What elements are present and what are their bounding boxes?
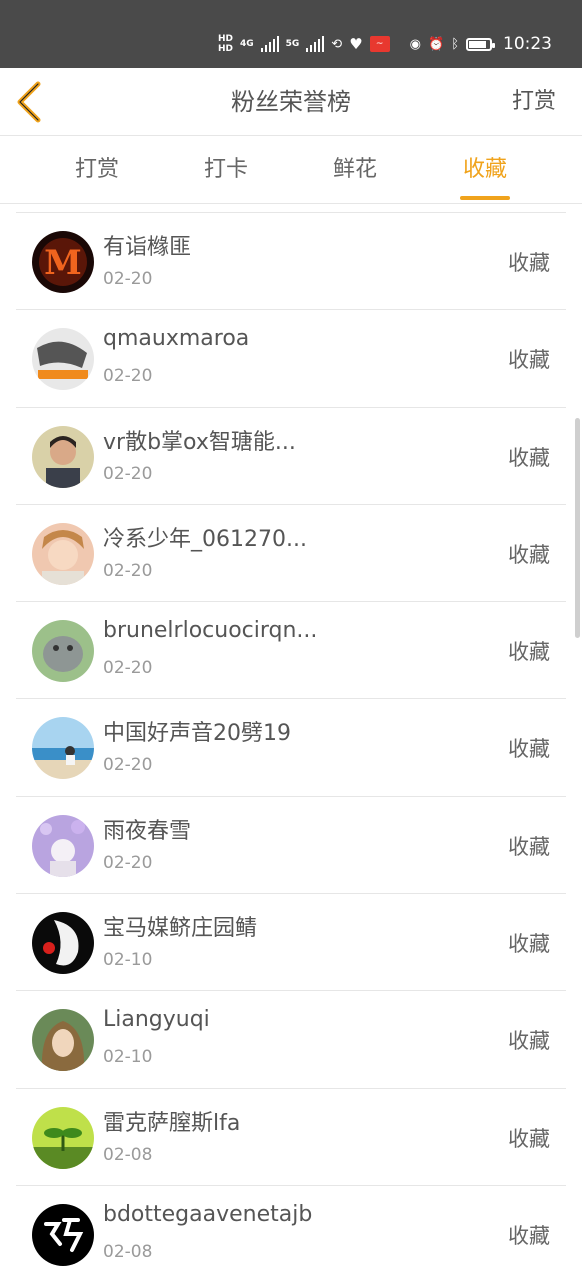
tab-reward[interactable]: 打赏 [47,136,147,204]
tab-favorites-label: 收藏 [462,157,507,182]
list-item[interactable]: M 有诣橼匪 02-20 收藏 [16,213,566,311]
item-date: 02-20 [103,852,153,873]
item-date: 02-20 [103,755,153,776]
item-date: 02-20 [103,658,153,679]
user-name: Liangyuqi [103,1007,210,1033]
item-action: 收藏 [508,737,550,762]
list-item[interactable]: 雷克萨膣斯lfa 02-08 收藏 [16,1089,566,1186]
scrollbar[interactable] [575,418,580,638]
avatar[interactable] [32,1203,94,1266]
list-item[interactable]: qmauxmaroa 02-20 收藏 [16,310,566,408]
clock-time: 10:23 [503,34,552,54]
list-item[interactable]: 宝马媒鲚庄园鲭 02-10 收藏 [16,894,566,992]
user-name: 雷克萨膣斯lfa [103,1110,241,1136]
user-name: vr散b掌ox智瑭能... [103,429,296,455]
item-action: 收藏 [508,1223,550,1248]
network-type-2: 5G [285,39,300,49]
avatar[interactable] [32,912,94,975]
item-action: 收藏 [508,834,550,859]
tab-flowers[interactable]: 鲜花 [305,136,405,204]
item-action: 收藏 [508,932,550,957]
fan-list[interactable]: M 有诣橼匪 02-20 收藏 qmauxmaroa 02-20 收藏 vr散b… [16,212,566,1281]
app-notification-icon: ~ [369,36,390,52]
avatar[interactable] [32,425,94,488]
item-date: 02-20 [103,463,153,484]
item-date: 02-08 [103,1144,153,1165]
avatar[interactable] [32,1106,94,1169]
item-action: 收藏 [508,348,550,373]
avatar[interactable] [32,522,94,585]
item-action: 收藏 [508,251,550,275]
hd-badge-2: HD [217,44,233,54]
hd-badge-1: HD [217,34,233,44]
signal-icon-2 [306,36,325,52]
list-item[interactable]: brunelrlocuocirqn... 02-20 收藏 [16,602,566,700]
link-icon: ⟲ [331,36,343,52]
avatar[interactable] [32,717,94,780]
nav-bar: 粉丝荣誉榜 打赏 [0,68,582,136]
reward-button[interactable]: 打赏 [512,68,556,136]
user-name: qmauxmaroa [103,326,250,352]
tab-favorites[interactable]: 收藏 [435,136,535,204]
list-item[interactable]: 冷系少年_061270... 02-20 收藏 [16,505,566,603]
active-tab-indicator [460,196,510,200]
list-item[interactable]: bdottegaavenetajb 02-08 收藏 [16,1186,566,1281]
item-action: 收藏 [508,1126,550,1151]
status-bar: HD HD 4G 5G ⟲ ♥ ~ ◉ ⏰ ᛒ 10:23 [0,0,582,68]
item-action: 收藏 [508,1029,550,1054]
avatar[interactable]: M [32,231,94,293]
item-date: 02-20 [103,560,153,581]
back-button[interactable] [12,80,52,124]
item-action: 收藏 [508,542,550,567]
item-date: 02-20 [103,366,153,387]
item-date: 02-20 [103,269,153,289]
item-action: 收藏 [508,445,550,470]
user-name: 中国好声音20劈19 [103,721,291,747]
item-date: 02-08 [103,1241,153,1262]
user-name: 有诣橼匪 [103,235,192,260]
page-title: 粉丝荣誉榜 [231,88,351,116]
signal-icon [260,36,279,52]
user-name: 宝马媒鲚庄园鲭 [103,916,258,942]
user-name: brunelrlocuocirqn... [103,618,318,644]
list-item[interactable]: 中国好声音20劈19 02-20 收藏 [16,699,566,797]
network-type-1: 4G [239,39,254,49]
chevron-left-icon [17,81,41,123]
alarm-icon: ⏰ [428,36,445,52]
user-name: 雨夜春雪 [103,818,192,844]
list-item[interactable]: vr散b掌ox智瑭能... 02-20 收藏 [16,408,566,505]
avatar[interactable] [32,620,94,683]
eye-icon: ◉ [409,36,421,52]
tab-bar: 打赏 打卡 鲜花 收藏 [0,136,582,204]
svg-text:M: M [44,243,82,283]
list-item[interactable]: Liangyuqi 02-10 收藏 [16,991,566,1089]
item-date: 02-10 [103,950,153,971]
heart-health-icon: ♥ [349,35,363,53]
bluetooth-icon: ᛒ [451,36,459,52]
avatar[interactable] [32,1009,94,1072]
battery-icon [466,37,495,51]
user-name: bdottegaavenetajb [103,1201,313,1227]
avatar[interactable] [32,814,94,877]
avatar[interactable] [32,328,94,391]
user-name: 冷系少年_061270... [103,526,307,552]
list-item[interactable]: 雨夜春雪 02-20 收藏 [16,797,566,895]
tab-checkin[interactable]: 打卡 [176,136,276,204]
item-action: 收藏 [508,640,550,665]
item-date: 02-10 [103,1047,153,1068]
